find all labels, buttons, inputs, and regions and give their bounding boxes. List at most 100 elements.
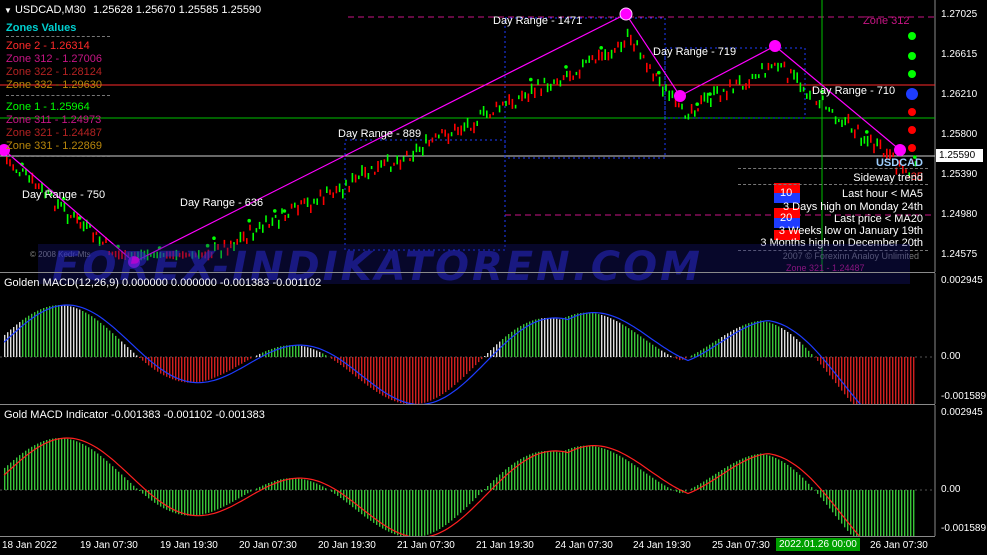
macd-bar [325, 488, 327, 490]
macd-bar [139, 357, 141, 358]
macd-bar [289, 478, 291, 490]
macd-bar [838, 357, 840, 387]
macd-bar [160, 357, 162, 374]
candle [444, 129, 446, 137]
macd-bar [436, 357, 438, 398]
macd-bar [184, 357, 186, 383]
macd-bar [592, 313, 594, 357]
macd-bar [589, 445, 591, 490]
macd-bar [229, 357, 231, 371]
price-chart-panel[interactable]: ▼ USDCAD,M30 1.25628 1.25670 1.25585 1.2… [0, 0, 987, 290]
candle [54, 205, 56, 212]
macd-bar [772, 456, 774, 490]
macd1-signal-line [3, 304, 861, 404]
zigzag-point [894, 144, 906, 156]
macd-bar [157, 357, 159, 372]
dropdown-triangle-icon[interactable]: ▼ [4, 6, 12, 15]
macd-bar [400, 357, 402, 404]
macd-bar [658, 481, 660, 490]
macd-bar [625, 326, 627, 357]
macd-bar [97, 320, 99, 357]
candle [399, 159, 402, 170]
macd-bar [295, 478, 297, 490]
price-tick: 1.25800 [941, 129, 978, 140]
macd-bar [436, 490, 438, 531]
macd-bar [244, 490, 246, 495]
macd-bar [487, 486, 489, 490]
macd-bar [814, 357, 816, 358]
macd-bar [241, 357, 243, 364]
macd-bar [406, 357, 408, 404]
macd-bar [880, 490, 882, 536]
macd-bar [529, 321, 531, 357]
macd-bar [274, 347, 276, 357]
macd-bar [508, 334, 510, 357]
macd-bar [421, 357, 423, 404]
macd-bar [799, 474, 801, 490]
macd-bar [202, 490, 204, 515]
macd-bar [112, 466, 114, 490]
macd-bar [460, 357, 462, 380]
macd-bar [79, 309, 81, 357]
macd-bar [844, 490, 846, 528]
macd-bar [610, 318, 612, 357]
candle [857, 124, 859, 130]
macd-bar [202, 357, 204, 382]
macd-bar [715, 473, 717, 490]
golden-macd-panel[interactable]: Golden MACD(12,26,9) 0.000000 0.000000 -… [0, 273, 987, 404]
macd-bar [214, 357, 216, 378]
macd-bar [595, 446, 597, 490]
candle [662, 86, 664, 97]
macd-bar [289, 345, 291, 357]
candle [524, 92, 526, 99]
macd-bar [88, 447, 90, 490]
candle [265, 215, 267, 223]
macd-bar [805, 347, 807, 357]
candle [726, 90, 728, 101]
candle [732, 88, 734, 94]
zone-row: Zone 1 - 1.25964 [6, 101, 90, 113]
macd-bar [67, 305, 69, 357]
macd-bar [61, 305, 63, 357]
macd-bar [211, 357, 213, 379]
macd-bar [766, 454, 768, 490]
candle [479, 109, 482, 115]
macd-bar [193, 357, 195, 383]
candle [633, 43, 635, 52]
macd-bar [40, 309, 42, 357]
gold-macd-panel[interactable]: Gold MACD Indicator -0.001383 -0.001102 … [0, 405, 987, 536]
macd-bar [556, 318, 558, 357]
candle [306, 197, 309, 207]
macd-bar [82, 444, 84, 490]
macd-bar [478, 490, 480, 496]
macd-bar [61, 438, 63, 490]
macd-bar [757, 454, 759, 490]
zones-values-panel: Zones Values Zone 2 - 1.26314 Zone 312 - … [6, 22, 110, 158]
candle [354, 174, 357, 183]
candle [505, 100, 507, 107]
symbol-label: USDCAD,M30 [14, 4, 86, 16]
macd-bar [811, 354, 813, 357]
macd-bar [787, 331, 789, 357]
macd-bar [313, 349, 315, 357]
macd-bar [613, 452, 615, 490]
candle [607, 52, 610, 61]
macd-bar [205, 490, 207, 514]
macd-bar [13, 460, 15, 490]
info-row: 3 Days high on Monday 24th [782, 201, 923, 213]
macd-bar [874, 490, 876, 536]
time-tick: 25 Jan 07:30 [712, 540, 770, 551]
candle [575, 71, 578, 76]
macd-bar [721, 470, 723, 490]
macd-bar [349, 357, 351, 372]
candle [636, 40, 638, 46]
candle [498, 105, 501, 113]
info-divider [738, 168, 928, 169]
candle [556, 78, 558, 86]
macd-bar [868, 357, 870, 404]
macd-bar [367, 357, 369, 386]
time-tick: 21 Jan 19:30 [476, 540, 534, 551]
candle [418, 146, 421, 152]
candle [722, 88, 725, 92]
candle [748, 79, 750, 89]
